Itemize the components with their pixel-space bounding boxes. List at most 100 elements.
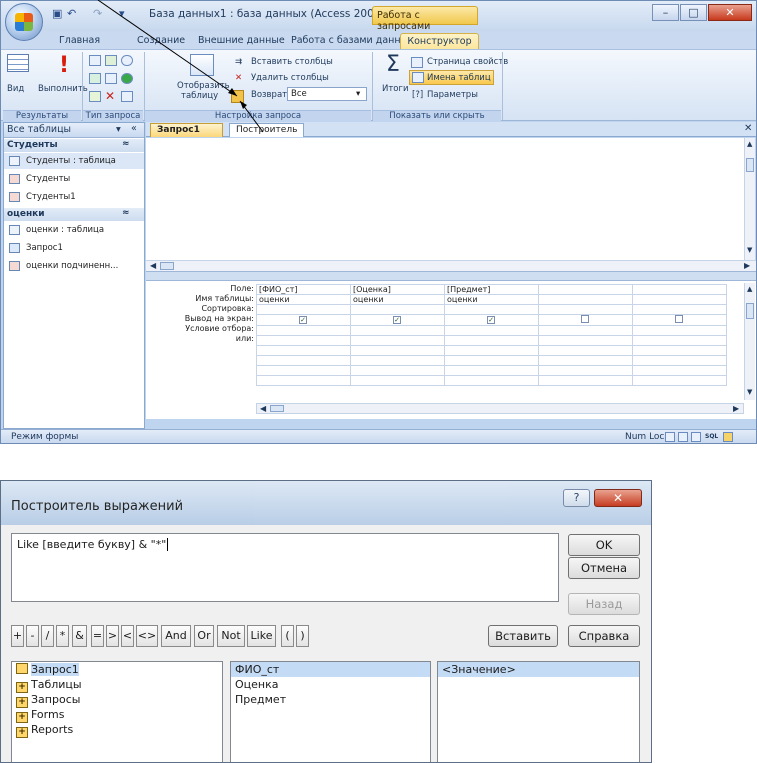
grid-cell[interactable]	[444, 375, 539, 386]
tree-item-forms[interactable]: + Forms	[12, 707, 222, 723]
scroll-down-icon[interactable]: ▼	[747, 246, 752, 254]
tree-item-reports[interactable]: + Reports	[12, 722, 222, 738]
datasheet-view-icon[interactable]	[665, 432, 675, 442]
scroll-up-icon[interactable]: ▲	[747, 140, 752, 148]
nav-item-grades-table[interactable]: оценки : таблица	[4, 222, 144, 238]
grid-cell[interactable]: [Предмет]	[444, 284, 539, 295]
grid-cell[interactable]	[350, 355, 445, 366]
operator-not-button[interactable]: Not	[217, 625, 245, 647]
grid-cell[interactable]: оценки	[350, 294, 445, 305]
operator-or-button[interactable]: Or	[194, 625, 214, 647]
operator-plus-button[interactable]: +	[11, 625, 24, 647]
close-icon[interactable]: ✕	[744, 123, 752, 134]
grid-cell[interactable]	[444, 304, 539, 315]
help-button[interactable]: ?	[563, 489, 590, 507]
grid-cell[interactable]	[632, 335, 727, 346]
operator-not-equal-button[interactable]: <>	[136, 625, 158, 647]
grid-cell[interactable]	[350, 325, 445, 336]
ok-button[interactable]: OK	[568, 534, 640, 556]
tree-item-query1[interactable]: Запрос1	[12, 662, 222, 677]
scroll-thumb[interactable]	[746, 158, 754, 172]
operator-equals-button[interactable]: =	[91, 625, 104, 647]
table-names-button[interactable]: Имена таблиц	[427, 73, 491, 83]
design-view-icon[interactable]	[723, 432, 733, 442]
grid-cell[interactable]	[538, 365, 633, 376]
operator-concat-button[interactable]: &	[72, 625, 87, 647]
close-button[interactable]: ✕	[708, 4, 752, 21]
value-item[interactable]: <Значение>	[438, 662, 639, 677]
nav-item-query1[interactable]: Запрос1	[4, 240, 144, 256]
nav-item-students-table[interactable]: Студенты : таблица	[4, 153, 144, 169]
tab-database-tools[interactable]: Работа с базами данных	[291, 33, 414, 49]
scroll-left-icon[interactable]: ◀	[150, 261, 156, 270]
grid-cell[interactable]	[632, 345, 727, 356]
pivottable-view-icon[interactable]	[678, 432, 688, 442]
operator-less-button[interactable]: <	[121, 625, 134, 647]
show-checkbox[interactable]: ✓	[299, 316, 307, 324]
grid-cell[interactable]: [Оценка]	[350, 284, 445, 295]
grid-cell[interactable]	[632, 294, 727, 305]
vertical-scrollbar[interactable]: ▲ ▼	[744, 138, 755, 260]
show-checkbox[interactable]: ✓	[393, 316, 401, 324]
grid-cell[interactable]	[632, 325, 727, 336]
cancel-button[interactable]: Отмена	[568, 557, 640, 579]
grid-cell[interactable]	[256, 355, 351, 366]
dialog-close-button[interactable]: ✕	[594, 489, 642, 507]
grid-vertical-scrollbar[interactable]: ▲ ▼	[744, 283, 755, 400]
grid-cell[interactable]	[538, 375, 633, 386]
scroll-thumb[interactable]	[160, 262, 174, 270]
grid-cell[interactable]	[444, 325, 539, 336]
grid-cell[interactable]: [ФИО_ст]	[256, 284, 351, 295]
field-item[interactable]: ФИО_ст	[231, 662, 430, 677]
scroll-right-icon[interactable]: ▶	[744, 261, 750, 270]
operator-like-button[interactable]: Like	[247, 625, 276, 647]
grid-cell[interactable]	[632, 375, 727, 386]
grid-cell[interactable]	[538, 304, 633, 315]
operator-divide-button[interactable]: /	[41, 625, 54, 647]
help-text-button[interactable]: Справка	[568, 625, 640, 647]
field-item[interactable]: Оценка	[231, 677, 430, 692]
operator-open-paren-button[interactable]: (	[281, 625, 294, 647]
tree-item-queries[interactable]: + Запросы	[12, 692, 222, 708]
nav-group-grades[interactable]: оценки ≈	[4, 208, 144, 221]
parameters-button[interactable]: Параметры	[427, 90, 478, 100]
nav-item-students1-form[interactable]: Студенты1	[4, 189, 144, 205]
pane-splitter[interactable]	[146, 271, 756, 281]
maximize-button[interactable]: □	[680, 4, 707, 21]
scroll-thumb[interactable]	[746, 303, 754, 319]
grid-cell[interactable]	[350, 345, 445, 356]
grid-cell[interactable]	[350, 365, 445, 376]
operator-multiply-button[interactable]: *	[56, 625, 69, 647]
grid-cell[interactable]	[632, 304, 727, 315]
nav-item-grades-subform[interactable]: оценки подчиненн...	[4, 258, 144, 274]
operator-minus-button[interactable]: -	[26, 625, 39, 647]
tab-design[interactable]: Конструктор	[400, 33, 479, 50]
operator-close-paren-button[interactable]: )	[296, 625, 309, 647]
show-checkbox[interactable]	[581, 315, 589, 323]
grid-cell[interactable]	[632, 284, 727, 295]
grid-cell[interactable]	[632, 365, 727, 376]
horizontal-scrollbar[interactable]: ◀ ▶	[146, 260, 756, 271]
totals-icon[interactable]: Σ	[386, 52, 400, 77]
grid-cell[interactable]	[632, 355, 727, 366]
grid-cell[interactable]	[538, 335, 633, 346]
grid-cell[interactable]	[350, 375, 445, 386]
nav-item-students-form[interactable]: Студенты	[4, 171, 144, 187]
scroll-thumb[interactable]	[270, 405, 284, 412]
grid-cell[interactable]	[256, 375, 351, 386]
scroll-right-icon[interactable]: ▶	[733, 404, 739, 413]
pivotchart-view-icon[interactable]	[691, 432, 701, 442]
show-checkbox[interactable]: ✓	[487, 316, 495, 324]
grid-cell[interactable]	[444, 355, 539, 366]
grid-horizontal-scrollbar[interactable]: ◀ ▶	[256, 403, 744, 414]
scroll-down-icon[interactable]: ▼	[747, 388, 752, 396]
totals-button[interactable]: Итоги	[382, 84, 409, 94]
operator-greater-button[interactable]: >	[106, 625, 119, 647]
operator-and-button[interactable]: And	[161, 625, 191, 647]
table-pane[interactable]	[146, 138, 754, 260]
grid-cell[interactable]	[538, 284, 633, 295]
grid-cell[interactable]	[538, 294, 633, 305]
grid-cell[interactable]	[350, 304, 445, 315]
nav-group-students[interactable]: Студенты ≈	[4, 139, 144, 152]
grid-cell[interactable]: оценки	[256, 294, 351, 305]
